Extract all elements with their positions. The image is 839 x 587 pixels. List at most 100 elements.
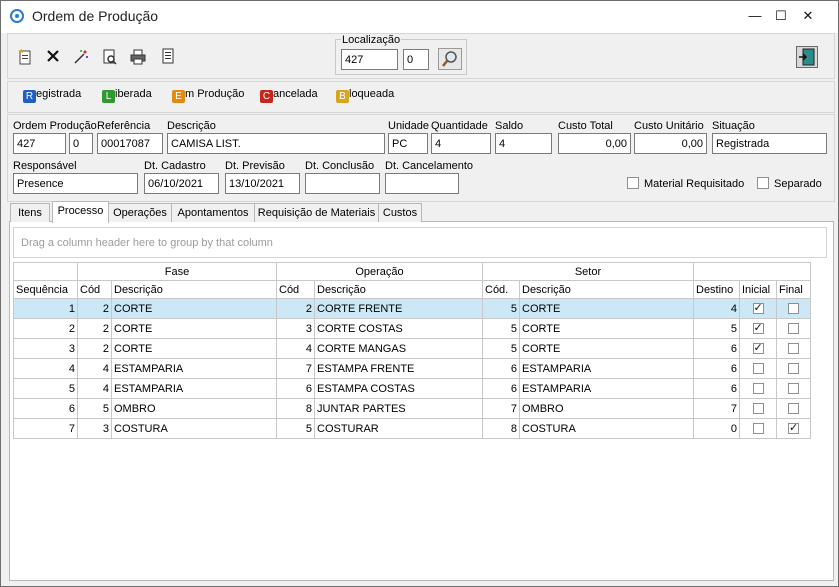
col-setor-cod[interactable]: Cód. bbox=[482, 280, 520, 299]
cell-fase-descricao[interactable]: ESTAMPARIA bbox=[111, 378, 277, 399]
cell-fase-descricao[interactable]: CORTE bbox=[111, 338, 277, 359]
cell-setor-descricao[interactable]: CORTE bbox=[519, 298, 694, 319]
table-row[interactable]: 3 2 CORTE 4 CORTE MANGAS 5 CORTE 6 bbox=[13, 338, 811, 359]
cell-operacao-cod[interactable]: 8 bbox=[276, 398, 315, 419]
final-checkbox[interactable] bbox=[788, 403, 799, 415]
final-checkbox[interactable] bbox=[788, 421, 799, 435]
cell-setor-descricao[interactable]: ESTAMPARIA bbox=[519, 378, 694, 399]
saldo-input[interactable]: 4 bbox=[495, 133, 552, 154]
col-fase-descricao[interactable]: Descrição bbox=[111, 280, 277, 299]
cell-setor-descricao[interactable]: CORTE bbox=[519, 318, 694, 339]
dt-conclusao-input[interactable] bbox=[305, 173, 380, 194]
custo-total-input[interactable]: 0,00 bbox=[558, 133, 631, 154]
table-row[interactable]: 7 3 COSTURA 5 COSTURAR 8 COSTURA 0 bbox=[13, 418, 811, 439]
table-row[interactable]: 6 5 OMBRO 8 JUNTAR PARTES 7 OMBRO 7 bbox=[13, 398, 811, 419]
cell-sequencia[interactable]: 4 bbox=[13, 358, 78, 379]
col-fase-cod[interactable]: Cód bbox=[77, 280, 112, 299]
cell-fase-cod[interactable]: 4 bbox=[77, 378, 112, 399]
table-row[interactable]: 2 2 CORTE 3 CORTE COSTAS 5 CORTE 5 bbox=[13, 318, 811, 339]
final-checkbox[interactable] bbox=[788, 383, 799, 395]
inicial-checkbox[interactable] bbox=[752, 321, 764, 335]
cell-operacao-descricao[interactable]: JUNTAR PARTES bbox=[314, 398, 483, 419]
cell-sequencia[interactable]: 6 bbox=[13, 398, 78, 419]
inicial-checkbox[interactable] bbox=[752, 363, 764, 375]
cell-setor-cod[interactable]: 5 bbox=[482, 318, 520, 339]
col-sequencia[interactable]: Sequência bbox=[13, 280, 78, 299]
col-operacao-descricao[interactable]: Descrição bbox=[314, 280, 483, 299]
cell-setor-cod[interactable]: 5 bbox=[482, 338, 520, 359]
close-button[interactable]: ✕ bbox=[796, 3, 820, 29]
referencia-input[interactable]: 00017087 bbox=[97, 133, 163, 154]
inicial-checkbox[interactable] bbox=[752, 301, 764, 315]
cell-destino[interactable]: 6 bbox=[693, 338, 740, 359]
dt-previsao-input[interactable]: 13/10/2021 bbox=[225, 173, 300, 194]
cell-fase-descricao[interactable]: ESTAMPARIA bbox=[111, 358, 277, 379]
final-checkbox[interactable] bbox=[788, 343, 799, 355]
tab-operacoes[interactable]: Operações bbox=[108, 203, 172, 222]
inicial-checkbox[interactable] bbox=[752, 423, 764, 435]
cell-destino[interactable]: 7 bbox=[693, 398, 740, 419]
final-checkbox[interactable] bbox=[788, 303, 799, 315]
cell-fase-cod[interactable]: 2 bbox=[77, 298, 112, 319]
cell-setor-cod[interactable]: 6 bbox=[482, 378, 520, 399]
cell-fase-descricao[interactable]: OMBRO bbox=[111, 398, 277, 419]
search-button[interactable] bbox=[438, 48, 462, 70]
cell-fase-cod[interactable]: 4 bbox=[77, 358, 112, 379]
tab-requisicao-materiais[interactable]: Requisição de Materiais bbox=[254, 203, 379, 222]
ordem-seq-input[interactable]: 0 bbox=[69, 133, 93, 154]
inicial-checkbox[interactable] bbox=[752, 341, 764, 355]
cell-operacao-cod[interactable]: 4 bbox=[276, 338, 315, 359]
table-row[interactable]: 4 4 ESTAMPARIA 7 ESTAMPA FRENTE 6 ESTAMPARIA 6 bbox=[13, 358, 811, 379]
minimize-button[interactable]: — bbox=[743, 3, 767, 29]
cell-fase-descricao[interactable]: CORTE bbox=[111, 318, 277, 339]
cell-operacao-cod[interactable]: 6 bbox=[276, 378, 315, 399]
magic-icon[interactable] bbox=[71, 48, 91, 66]
localizacao-seq-input[interactable]: 0 bbox=[403, 49, 429, 70]
dt-cancelamento-input[interactable] bbox=[385, 173, 459, 194]
print-icon[interactable] bbox=[128, 48, 148, 66]
cell-fase-cod[interactable]: 3 bbox=[77, 418, 112, 439]
cell-destino[interactable]: 0 bbox=[693, 418, 740, 439]
exit-button[interactable] bbox=[796, 46, 818, 68]
col-destino[interactable]: Destino bbox=[693, 280, 740, 299]
ordem-input[interactable]: 427 bbox=[13, 133, 66, 154]
cell-operacao-cod[interactable]: 5 bbox=[276, 418, 315, 439]
cell-operacao-cod[interactable]: 3 bbox=[276, 318, 315, 339]
tab-processo[interactable]: Processo bbox=[52, 201, 109, 223]
cell-setor-descricao[interactable]: ESTAMPARIA bbox=[519, 358, 694, 379]
quantidade-input[interactable]: 4 bbox=[431, 133, 491, 154]
cell-fase-cod[interactable]: 2 bbox=[77, 318, 112, 339]
cell-destino[interactable]: 6 bbox=[693, 358, 740, 379]
cell-setor-cod[interactable]: 8 bbox=[482, 418, 520, 439]
cell-operacao-descricao[interactable]: ESTAMPA COSTAS bbox=[314, 378, 483, 399]
cell-fase-descricao[interactable]: COSTURA bbox=[111, 418, 277, 439]
situacao-input[interactable]: Registrada bbox=[712, 133, 827, 154]
cell-sequencia[interactable]: 1 bbox=[13, 298, 78, 319]
separado-checkbox[interactable] bbox=[757, 177, 769, 189]
new-doc-icon[interactable] bbox=[15, 48, 35, 66]
cell-destino[interactable]: 6 bbox=[693, 378, 740, 399]
cell-setor-descricao[interactable]: OMBRO bbox=[519, 398, 694, 419]
cell-setor-descricao[interactable]: CORTE bbox=[519, 338, 694, 359]
col-operacao-cod[interactable]: Cód bbox=[276, 280, 315, 299]
final-checkbox[interactable] bbox=[788, 323, 799, 335]
col-final[interactable]: Final bbox=[776, 280, 811, 299]
cell-fase-descricao[interactable]: CORTE bbox=[111, 298, 277, 319]
table-row[interactable]: 1 2 CORTE 2 CORTE FRENTE 5 CORTE 4 bbox=[13, 298, 811, 319]
preview-icon[interactable] bbox=[100, 48, 120, 66]
tab-custos[interactable]: Custos bbox=[378, 203, 422, 222]
cell-sequencia[interactable]: 2 bbox=[13, 318, 78, 339]
maximize-button[interactable]: ☐ bbox=[769, 3, 793, 29]
unidade-input[interactable]: PC bbox=[388, 133, 428, 154]
cell-operacao-cod[interactable]: 7 bbox=[276, 358, 315, 379]
final-checkbox[interactable] bbox=[788, 363, 799, 375]
tab-itens[interactable]: Itens bbox=[10, 203, 50, 222]
material-requisitado-checkbox[interactable] bbox=[627, 177, 639, 189]
col-inicial[interactable]: Inicial bbox=[739, 280, 777, 299]
cell-sequencia[interactable]: 3 bbox=[13, 338, 78, 359]
report-icon[interactable] bbox=[158, 48, 178, 66]
cell-destino[interactable]: 4 bbox=[693, 298, 740, 319]
cell-setor-descricao[interactable]: COSTURA bbox=[519, 418, 694, 439]
localizacao-order-input[interactable]: 427 bbox=[341, 49, 398, 70]
cell-operacao-descricao[interactable]: ESTAMPA FRENTE bbox=[314, 358, 483, 379]
